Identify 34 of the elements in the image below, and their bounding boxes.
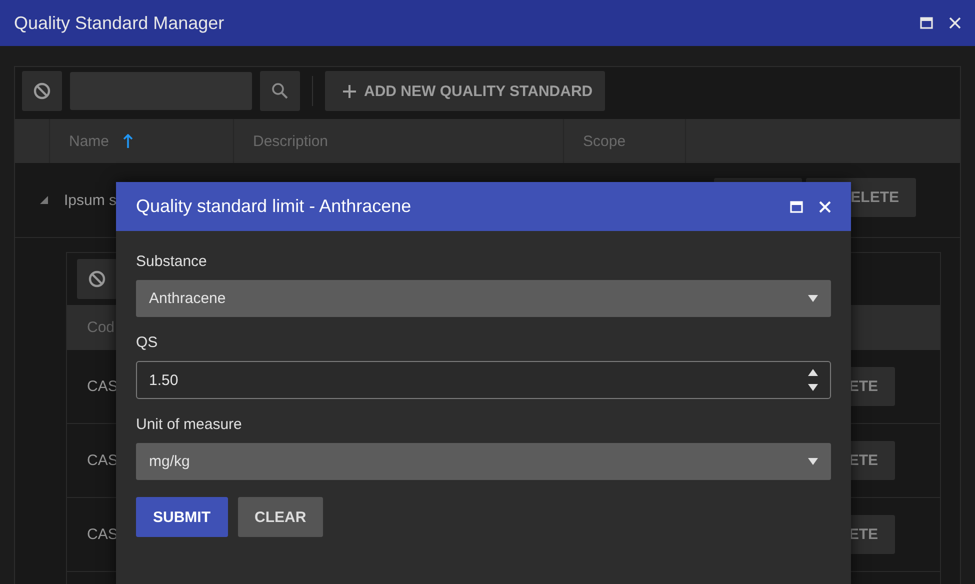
search-button[interactable] [260,71,300,111]
add-button[interactable]: ADD NEW QUALITY STANDARD [325,71,605,111]
table-cell: CAS [87,526,118,543]
column-header[interactable]: Description [253,132,328,150]
number-field[interactable]: 1.50 [136,361,831,399]
column-header[interactable]: Scope [583,132,626,150]
sort-up-icon [123,134,134,148]
window-title: Quality Standard Manager [14,12,226,34]
dropdown-icon [808,295,818,302]
select-field[interactable]: Anthracene [136,280,831,317]
table-cell: Ipsum s [64,192,117,208]
plus-icon [343,84,356,98]
ban-icon [33,82,51,100]
clear-button[interactable]: CLEAR [238,497,324,537]
clear-filter-button[interactable] [22,71,62,111]
field-label: Unit of measure [136,416,243,433]
dropdown-icon [808,458,818,465]
expand-icon[interactable] [40,196,48,204]
column-header[interactable]: Name [69,132,110,150]
select-field[interactable]: mg/kg [136,443,831,480]
close-icon[interactable] [949,17,961,29]
table-cell: CAS [87,378,118,395]
field-label: Substance [136,253,208,270]
search-icon [271,82,289,100]
table-cell: CAS [87,452,118,469]
dialog-title: Quality standard limit - Anthracene [136,196,412,217]
spinner-icon[interactable] [808,369,818,391]
search-field[interactable] [70,72,252,110]
ban-icon [88,270,106,288]
maximize-icon[interactable] [920,17,933,29]
clear-filter-button[interactable] [77,259,117,299]
column-header[interactable]: Cod [87,319,115,336]
field-label: QS [136,334,159,351]
submit-button[interactable]: SUBMIT [136,497,228,537]
